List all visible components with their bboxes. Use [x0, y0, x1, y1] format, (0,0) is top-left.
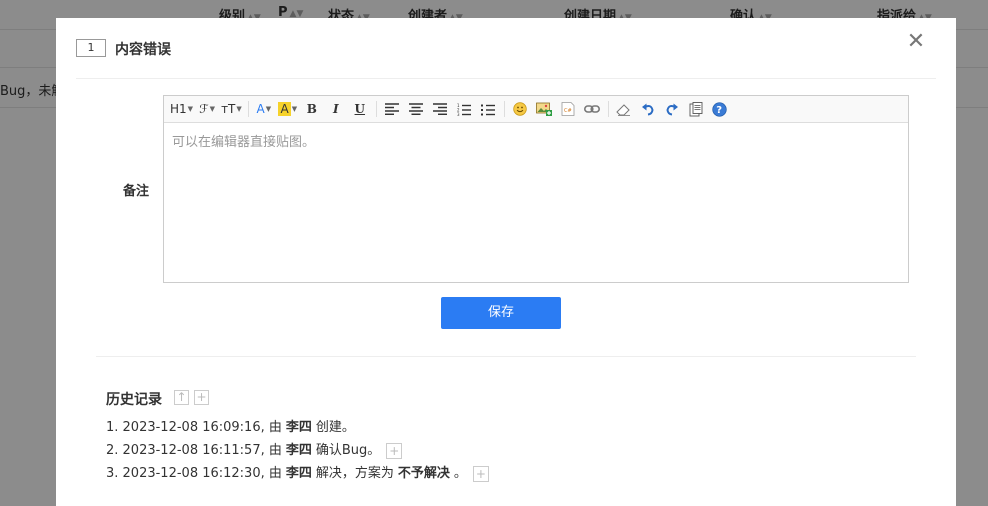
svg-text:3: 3 — [457, 112, 460, 116]
history-list: 1. 2023-12-08 16:09:16, 由 李四 创建。 2. 2023… — [106, 416, 489, 485]
save-button[interactable]: 保存 — [441, 297, 561, 329]
paste-icon[interactable] — [686, 99, 706, 119]
underline-button[interactable]: U — [350, 99, 370, 119]
history-item-text: 1. 2023-12-08 16:09:16, 由 — [106, 419, 282, 435]
history-item-resolution: 不予解决 — [397, 465, 450, 481]
history-item-text: 2. 2023-12-08 16:11:57, 由 — [106, 442, 282, 458]
toolbar-divider — [503, 101, 505, 117]
history-item-user: 李四 — [285, 442, 312, 458]
font-color-dropdown[interactable]: A ▼ — [254, 99, 274, 119]
history-item-action: 确认Bug。 — [315, 442, 381, 458]
expand-all-icon[interactable]: + — [194, 390, 209, 405]
redo-icon[interactable] — [662, 99, 682, 119]
emoji-icon[interactable] — [510, 99, 530, 119]
help-icon[interactable]: ? — [710, 99, 730, 119]
history-item-user: 李四 — [285, 465, 312, 481]
italic-button[interactable]: I — [326, 99, 346, 119]
remark-label: 备注 — [123, 184, 150, 199]
svg-text:?: ? — [717, 105, 723, 116]
editor-content-area[interactable]: 可以在编辑器直接贴图。 — [164, 123, 908, 283]
history-item: 2. 2023-12-08 16:11:57, 由 李四 确认Bug。 + — [106, 439, 489, 462]
history-item-text: 3. 2023-12-08 16:12:30, 由 — [106, 465, 282, 481]
align-center-icon[interactable] — [406, 99, 426, 119]
toolbar-divider — [607, 101, 609, 117]
eraser-icon[interactable] — [614, 99, 634, 119]
ordered-list-icon[interactable]: 123 — [454, 99, 474, 119]
font-size-dropdown[interactable]: ᴛT ▼ — [221, 99, 242, 119]
bug-id-badge: 1 — [76, 39, 106, 57]
background-color-dropdown[interactable]: A ▼ — [278, 99, 298, 119]
align-right-icon[interactable] — [430, 99, 450, 119]
undo-icon[interactable] — [638, 99, 658, 119]
history-item-user: 李四 — [285, 419, 312, 435]
history-item-action: 解决，方案为 — [315, 465, 394, 481]
collapse-up-icon[interactable]: ↑ — [174, 390, 189, 405]
toolbar-divider — [247, 101, 249, 117]
history-item-action: 创建。 — [315, 419, 355, 435]
heading-dropdown[interactable]: H1 ▼ — [170, 99, 193, 119]
modal-title: 内容错误 — [115, 42, 171, 58]
expand-detail-icon[interactable]: + — [472, 465, 489, 482]
section-divider — [96, 356, 916, 357]
close-icon[interactable]: ✕ — [906, 31, 926, 53]
align-left-icon[interactable] — [382, 99, 402, 119]
svg-text:C#: C# — [564, 108, 572, 114]
modal-header: 1 内容错误 ✕ — [76, 18, 936, 79]
insert-image-icon[interactable] — [534, 99, 554, 119]
expand-detail-icon[interactable]: + — [386, 442, 403, 459]
editor-toolbar: H1 ▼ ℱ ▼ ᴛT ▼ A ▼ A ▼ B I U 123 C# ? — [164, 96, 908, 123]
history-item: 1. 2023-12-08 16:09:16, 由 李四 创建。 — [106, 416, 489, 439]
rich-text-editor: H1 ▼ ℱ ▼ ᴛT ▼ A ▼ A ▼ B I U 123 C# ? 可以在… — [163, 95, 909, 283]
bullet-list-icon[interactable] — [478, 99, 498, 119]
history-item: 3. 2023-12-08 16:12:30, 由 李四 解决，方案为 不予解决… — [106, 462, 489, 485]
bug-resolve-modal: 1 内容错误 ✕ 备注 H1▼ ℱ▼ ᴛT▼ A▼ A▼ B I U — [56, 18, 956, 506]
font-family-dropdown[interactable]: ℱ ▼ — [197, 99, 217, 119]
toolbar-divider — [375, 101, 377, 117]
insert-link-icon[interactable] — [582, 99, 602, 119]
insert-code-icon[interactable]: C# — [558, 99, 578, 119]
history-item-suffix: 。 — [453, 465, 467, 481]
bold-button[interactable]: B — [302, 99, 322, 119]
history-title: 历史记录 — [106, 392, 162, 408]
